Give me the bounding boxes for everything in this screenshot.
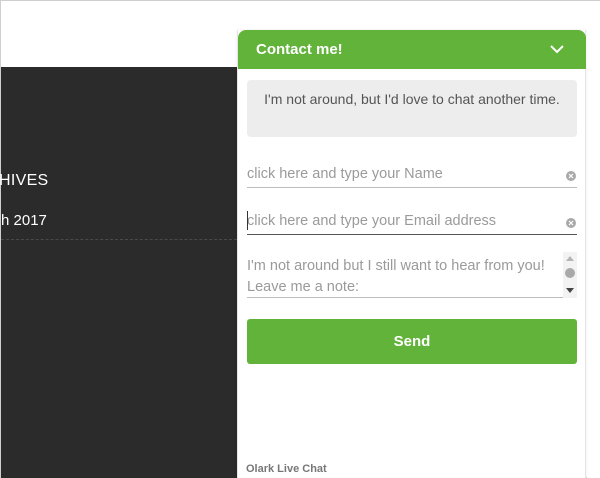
chat-widget: Contact me! I'm not around, but I'd love… — [237, 30, 586, 478]
powered-by-link[interactable]: Olark Live Chat — [246, 463, 327, 475]
name-field[interactable] — [247, 161, 577, 188]
archives-heading: HIVES — [0, 172, 49, 189]
note-field[interactable] — [247, 252, 577, 298]
page-right-strip — [587, 67, 600, 478]
sidebar-dark-panel — [1, 67, 237, 478]
chevron-down-icon[interactable] — [548, 40, 566, 58]
clear-icon[interactable] — [566, 171, 576, 181]
email-input[interactable] — [247, 208, 557, 234]
archive-divider — [1, 239, 237, 240]
chat-title: Contact me! — [256, 41, 343, 58]
text-cursor — [247, 211, 248, 230]
name-input[interactable] — [247, 161, 557, 187]
offline-notice: I'm not around, but I'd love to chat ano… — [247, 80, 577, 137]
email-field[interactable] — [247, 208, 577, 235]
scroll-down-icon[interactable] — [566, 288, 574, 293]
textarea-scrollbar[interactable] — [563, 252, 577, 298]
clear-icon[interactable] — [565, 268, 575, 278]
send-button[interactable]: Send — [247, 319, 577, 364]
clear-icon[interactable] — [566, 218, 576, 228]
scroll-up-icon[interactable] — [566, 256, 574, 261]
archive-link[interactable]: h 2017 — [1, 212, 47, 229]
chat-header[interactable]: Contact me! — [238, 30, 586, 69]
note-textarea[interactable] — [247, 256, 559, 298]
